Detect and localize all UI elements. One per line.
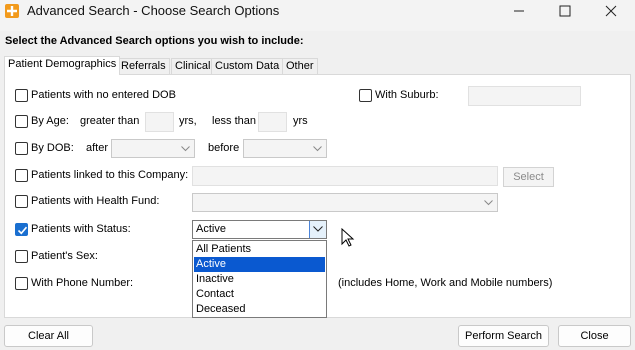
no-dob-label: Patients with no entered DOB	[31, 89, 176, 101]
close-button[interactable]: Close	[558, 325, 631, 347]
age-max-input[interactable]	[258, 112, 287, 132]
status-options-list[interactable]: All Patients Active Inactive Contact Dec…	[192, 240, 327, 318]
status-option-all-patients[interactable]: All Patients	[194, 242, 325, 257]
by-dob-checkbox[interactable]	[15, 142, 28, 155]
status-checkbox[interactable]	[15, 223, 28, 236]
phone-checkbox[interactable]	[15, 277, 28, 290]
status-value: Active	[196, 223, 226, 235]
app-icon	[5, 4, 19, 18]
clear-all-button[interactable]: Clear All	[4, 325, 93, 347]
health-fund-label: Patients with Health Fund:	[31, 195, 160, 207]
select-company-button[interactable]: Select	[503, 167, 554, 187]
minimize-button[interactable]	[496, 0, 542, 22]
age-yrs-label-2: yrs	[293, 115, 308, 127]
title-bar: Advanced Search - Choose Search Options	[0, 0, 635, 31]
sex-checkbox[interactable]	[15, 250, 28, 263]
with-suburb-checkbox[interactable]	[359, 89, 372, 102]
linked-company-checkbox[interactable]	[15, 169, 28, 182]
status-dropdown-button[interactable]	[309, 221, 326, 238]
linked-company-label: Patients linked to this Company:	[31, 169, 189, 181]
chevron-down-icon	[313, 146, 322, 152]
dob-before-picker[interactable]	[243, 139, 327, 158]
mouse-cursor-icon	[341, 228, 355, 247]
suburb-input[interactable]	[468, 86, 581, 106]
tab-custom-data[interactable]: Custom Data	[211, 58, 284, 74]
window-title: Advanced Search - Choose Search Options	[27, 3, 280, 18]
status-option-deceased[interactable]: Deceased	[194, 302, 325, 317]
status-option-active[interactable]: Active	[194, 257, 325, 272]
age-min-input[interactable]	[145, 112, 174, 132]
chevron-down-icon	[313, 226, 323, 232]
intro-text: Select the Advanced Search options you w…	[5, 35, 304, 47]
age-greater-label: greater than	[80, 115, 140, 127]
company-input[interactable]	[192, 166, 498, 186]
with-suburb-label: With Suburb:	[375, 89, 439, 101]
checkmark-icon	[17, 226, 28, 235]
phone-note: (includes Home, Work and Mobile numbers)	[338, 277, 553, 289]
dob-after-label: after	[86, 142, 109, 154]
by-age-checkbox[interactable]	[15, 115, 28, 128]
no-dob-checkbox[interactable]	[15, 89, 28, 102]
perform-search-button[interactable]: Perform Search	[458, 325, 549, 347]
phone-label: With Phone Number:	[31, 277, 134, 289]
health-fund-dropdown[interactable]	[192, 193, 498, 212]
sex-label: Patient's Sex:	[31, 250, 98, 262]
chevron-down-icon	[484, 200, 493, 206]
tab-referrals[interactable]: Referrals	[117, 58, 170, 74]
dob-before-label: before	[208, 142, 240, 154]
status-option-inactive[interactable]: Inactive	[194, 272, 325, 287]
status-dropdown[interactable]: Active	[192, 220, 327, 239]
age-less-label: less than	[212, 115, 257, 127]
health-fund-checkbox[interactable]	[15, 195, 28, 208]
by-dob-label: By DOB:	[31, 142, 74, 154]
tab-other[interactable]: Other	[282, 58, 318, 74]
status-label: Patients with Status:	[31, 223, 131, 235]
age-yrs-label-1: yrs,	[179, 115, 197, 127]
maximize-button[interactable]	[542, 0, 588, 22]
dob-after-picker[interactable]	[111, 139, 195, 158]
tab-clinical[interactable]: Clinical	[171, 58, 215, 74]
status-option-contact[interactable]: Contact	[194, 287, 325, 302]
close-window-button[interactable]	[588, 0, 634, 22]
tab-patient-demographics[interactable]: Patient Demographics	[4, 56, 121, 75]
chevron-down-icon	[181, 146, 190, 152]
by-age-label: By Age:	[31, 115, 69, 127]
